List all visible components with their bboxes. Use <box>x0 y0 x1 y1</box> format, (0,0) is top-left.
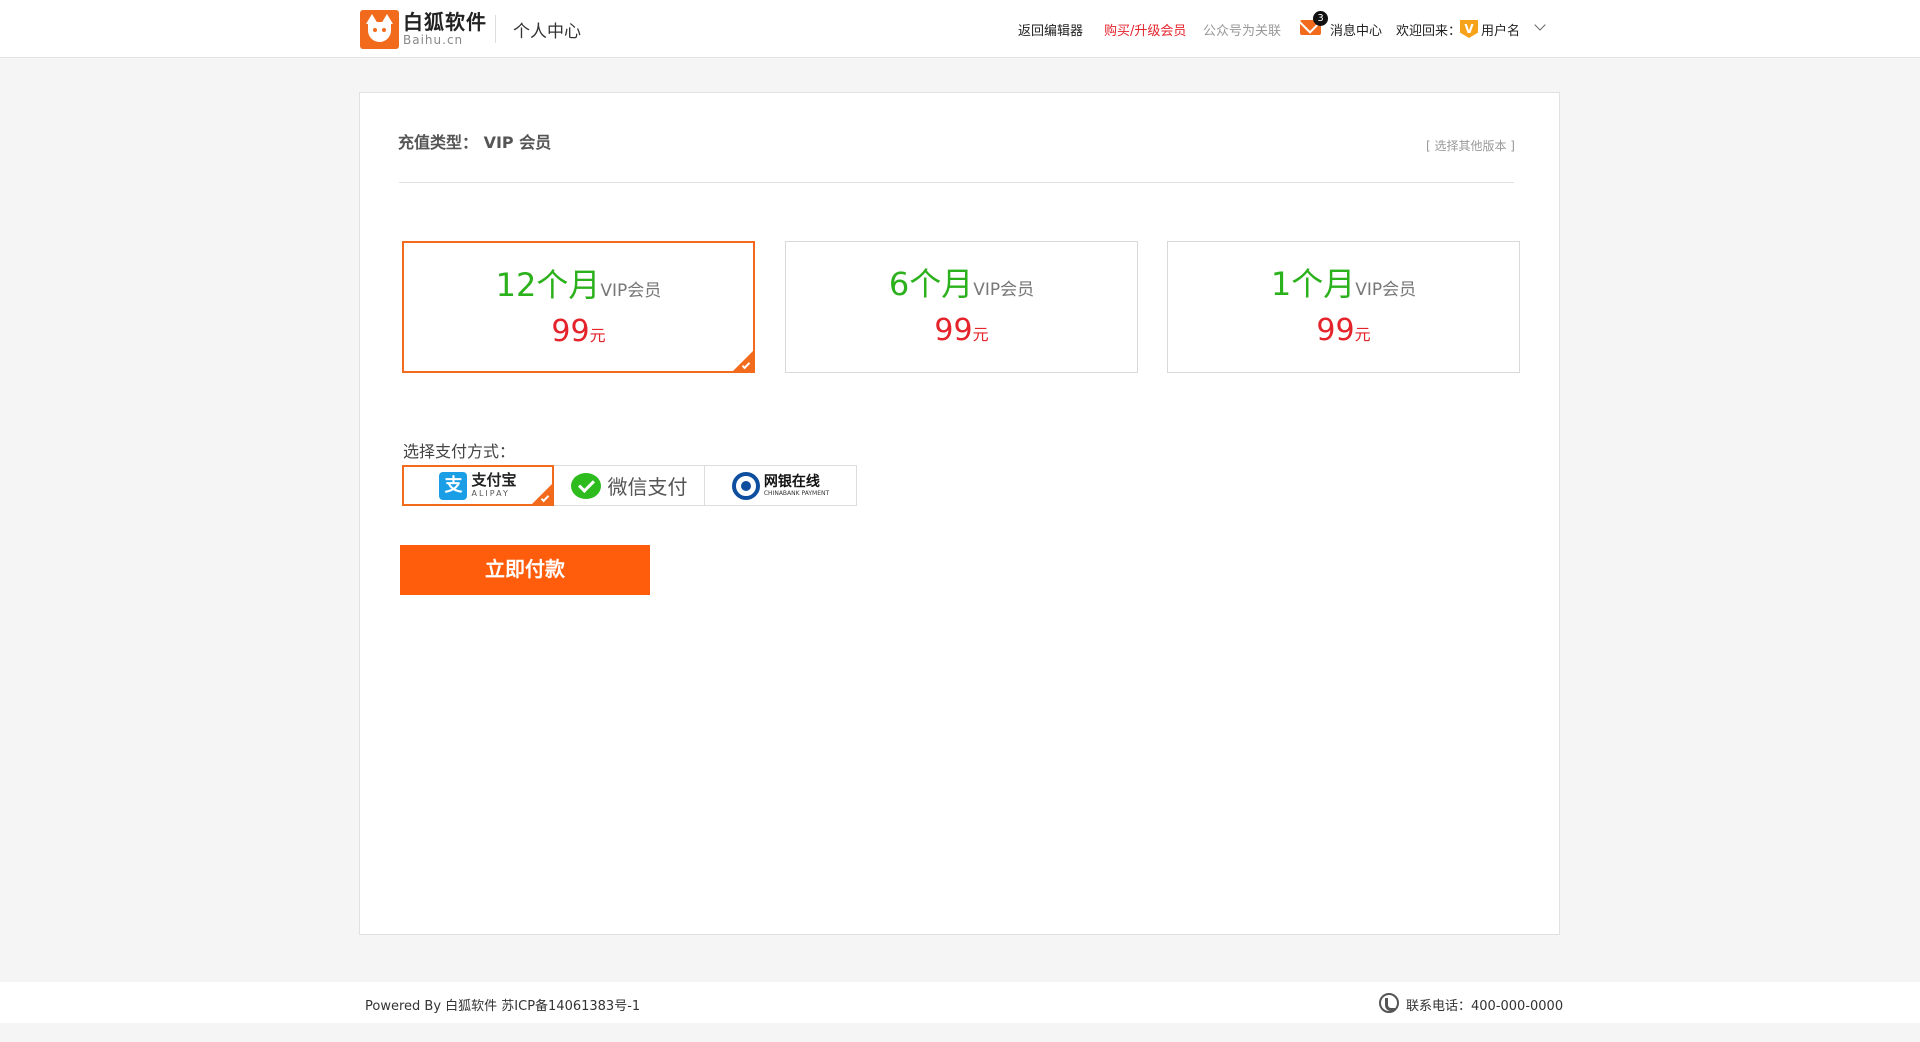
welcome-text: 欢迎回来： <box>1396 24 1462 39</box>
message-count-badge: 3 <box>1313 11 1328 26</box>
recharge-panel: 充值类型： VIP 会员 [ 选择其他版本 ] 12个月VIP会员 99元 6个… <box>359 92 1560 935</box>
username-link[interactable]: 用户名 <box>1481 20 1520 39</box>
wechat-link[interactable]: 公众号为关联 <box>1203 20 1281 39</box>
back-to-editor-link[interactable]: 返回编辑器 <box>1018 20 1083 39</box>
buy-upgrade-link[interactable]: 购买/升级会员 <box>1104 20 1186 39</box>
alipay-name: 支付宝 <box>471 471 517 489</box>
logo-domain: Baihu.cn <box>403 33 464 47</box>
divider <box>399 182 1514 183</box>
plan-12-months[interactable]: 12个月VIP会员 99元 <box>402 241 755 373</box>
selected-check-icon <box>532 484 552 504</box>
page-title: 个人中心 <box>513 22 581 42</box>
top-header: 白狐软件 Baihu.cn 个人中心 返回编辑器 购买/升级会员 公众号为关联 … <box>0 0 1920 58</box>
alipay-sub: ALIPAY <box>471 489 510 498</box>
footer-copyright: Powered By 白狐软件 苏ICP备14061383号-1 <box>365 999 641 1014</box>
plan-price-unit: 元 <box>1354 325 1371 344</box>
payment-option-chinabank[interactable]: 网银在线 CHINABANK PAYMENT <box>705 465 857 506</box>
plan-price: 99 <box>934 313 973 348</box>
plan-duration: 6个月 <box>888 265 974 303</box>
logo-text: 白狐软件 Baihu.cn <box>403 12 487 46</box>
logo[interactable]: 白狐软件 Baihu.cn <box>360 9 487 49</box>
plan-duration: 12个月 <box>495 266 601 304</box>
plan-type: VIP会员 <box>1355 280 1417 300</box>
plan-type: VIP会员 <box>600 281 662 301</box>
plan-1-month[interactable]: 1个月VIP会员 99元 <box>1167 241 1520 373</box>
chinabank-name: 网银在线 <box>763 473 820 490</box>
chevron-down-icon[interactable] <box>1534 19 1546 31</box>
phone-icon <box>1379 993 1399 1013</box>
plan-price: 99 <box>1316 313 1355 348</box>
payment-option-wechat[interactable]: 微信支付 <box>554 465 705 506</box>
pay-now-button[interactable]: 立即付款 <box>400 545 650 595</box>
plan-duration: 1个月 <box>1270 265 1356 303</box>
wechat-pay-icon <box>570 472 601 499</box>
plan-6-months[interactable]: 6个月VIP会员 99元 <box>785 241 1138 373</box>
choose-other-version-link[interactable]: [ 选择其他版本 ] <box>1426 137 1515 154</box>
logo-name: 白狐软件 <box>403 10 487 34</box>
header-divider <box>495 15 496 43</box>
selected-check-icon <box>733 351 753 371</box>
message-center-link[interactable]: 消息中心 <box>1330 20 1382 39</box>
recharge-type-label: 充值类型： VIP 会员 <box>398 133 552 152</box>
payment-option-alipay[interactable]: 支 支付宝 ALIPAY <box>402 465 554 506</box>
plan-type: VIP会员 <box>973 280 1035 300</box>
chinabank-sub: CHINABANK PAYMENT <box>763 489 830 497</box>
logo-fox-icon <box>360 9 399 49</box>
plan-price: 99 <box>551 314 590 349</box>
plan-price-unit: 元 <box>589 326 606 345</box>
chinabank-icon <box>731 471 760 500</box>
alipay-icon: 支 <box>439 471 468 500</box>
payment-method-label: 选择支付方式： <box>403 442 516 461</box>
plan-price-unit: 元 <box>972 325 989 344</box>
footer: Powered By 白狐软件 苏ICP备14061383号-1 联系电话：40… <box>0 982 1920 1023</box>
footer-phone: 联系电话：400-000-0000 <box>1406 999 1564 1014</box>
vip-icon: V <box>1460 20 1478 38</box>
wechat-pay-name: 微信支付 <box>607 475 688 499</box>
